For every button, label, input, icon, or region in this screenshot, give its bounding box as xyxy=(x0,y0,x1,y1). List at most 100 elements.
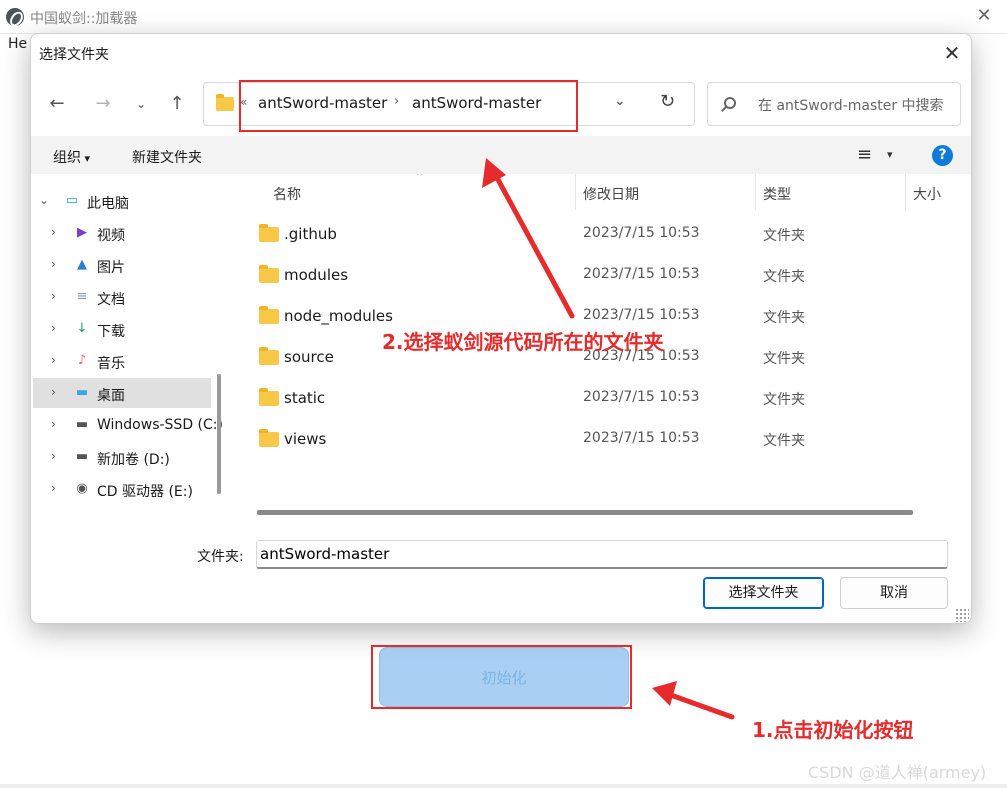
chevron-right-icon[interactable]: › xyxy=(51,481,56,495)
resize-grip-icon[interactable] xyxy=(955,608,969,622)
chevron-right-icon[interactable]: › xyxy=(51,417,56,431)
desktop-icon: ▬ xyxy=(75,385,89,400)
file-date: 2023/7/15 10:53 xyxy=(583,430,700,446)
chevron-right-icon[interactable]: › xyxy=(51,289,56,303)
column-header-type[interactable]: 类型 xyxy=(763,184,791,204)
antsword-logo-icon xyxy=(6,8,24,26)
chevron-right-icon[interactable]: › xyxy=(51,257,56,271)
file-row[interactable]: static 2023/7/15 10:53 文件夹 xyxy=(255,381,955,415)
file-name: static xyxy=(284,389,326,407)
file-list-horizontal-scrollbar[interactable] xyxy=(257,510,913,515)
address-dropdown-icon[interactable]: ⌄ xyxy=(614,93,626,109)
folder-name-input[interactable] xyxy=(256,540,948,569)
column-header-size[interactable]: 大小 xyxy=(913,184,941,204)
nav-item-label: 新加卷 (D:) xyxy=(97,452,170,468)
folder-icon xyxy=(259,429,279,447)
nav-item-label: 下载 xyxy=(97,324,125,340)
music-icon: ♪ xyxy=(77,353,87,368)
nav-item-label: 文档 xyxy=(97,292,125,308)
nav-item-drive-d[interactable]: › ▬ 新加卷 (D:) xyxy=(33,442,211,472)
nav-item-this-pc[interactable]: ⌄ ▭ 此电脑 xyxy=(33,186,211,216)
file-name: modules xyxy=(284,266,349,284)
dialog-close-icon[interactable]: ✕ xyxy=(939,40,965,66)
column-divider[interactable] xyxy=(575,174,576,210)
loader-titlebar: 中国蚁剑::加载器 ✕ xyxy=(0,0,1007,34)
cancel-button[interactable]: 取消 xyxy=(840,577,948,609)
chevron-right-icon[interactable]: › xyxy=(51,225,56,239)
chevron-down-icon[interactable]: ⌄ xyxy=(39,193,49,207)
folder-icon xyxy=(259,224,279,242)
recent-locations-chevron-icon[interactable]: ⌄ xyxy=(129,92,153,116)
file-name: source xyxy=(284,348,334,366)
nav-item-desktop[interactable]: › ▬ 桌面 xyxy=(33,378,211,408)
organize-menu-button[interactable]: 组织 xyxy=(53,147,90,167)
help-icon[interactable]: ? xyxy=(932,145,953,166)
refresh-icon[interactable]: ↻ xyxy=(660,91,675,112)
select-folder-button[interactable]: 选择文件夹 xyxy=(703,577,824,609)
drive-d-icon: ▬ xyxy=(75,449,89,464)
column-divider[interactable] xyxy=(905,174,906,210)
file-row[interactable]: views 2023/7/15 10:53 文件夹 xyxy=(255,422,955,456)
nav-item-videos[interactable]: › ▶ 视频 xyxy=(33,218,211,248)
annotation-arrowhead xyxy=(652,681,677,706)
forward-arrow-icon[interactable]: → xyxy=(91,92,115,116)
nav-item-music[interactable]: › ♪ 音乐 xyxy=(33,346,211,376)
nav-item-label: 音乐 xyxy=(97,356,125,372)
nav-item-label: 此电脑 xyxy=(87,196,129,212)
annotation-step1-text: 1.点击初始化按钮 xyxy=(752,718,914,742)
folder-icon xyxy=(216,94,234,111)
loader-bottom-strip xyxy=(0,784,1007,788)
file-type: 文件夹 xyxy=(763,392,805,408)
nav-pane-scrollbar[interactable] xyxy=(217,374,221,494)
nav-item-cd-drive[interactable]: › ◉ CD 驱动器 (E:) xyxy=(33,474,211,504)
dialog-title: 选择文件夹 xyxy=(39,47,109,63)
loader-menu-help[interactable]: He xyxy=(8,36,27,52)
nav-item-label: 视频 xyxy=(97,228,125,244)
new-folder-button[interactable]: 新建文件夹 xyxy=(132,147,202,167)
view-list-icon[interactable]: ≡ xyxy=(857,144,872,165)
nav-item-label: CD 驱动器 (E:) xyxy=(97,484,193,500)
search-icon xyxy=(724,97,736,109)
download-icon: ↓ xyxy=(76,321,88,336)
folder-name-label: 文件夹: xyxy=(197,549,244,565)
up-arrow-icon[interactable]: ↑ xyxy=(165,92,189,116)
file-date: 2023/7/15 10:53 xyxy=(583,225,700,241)
file-type: 文件夹 xyxy=(763,310,805,326)
nav-item-drive-c[interactable]: › ▬ Windows-SSD (C:) xyxy=(33,410,223,440)
file-row[interactable]: .github 2023/7/15 10:53 文件夹 xyxy=(255,217,955,251)
view-dropdown-icon[interactable]: ▾ xyxy=(887,148,893,161)
chevron-right-icon[interactable]: › xyxy=(51,321,56,335)
loader-window-title: 中国蚁剑::加载器 xyxy=(30,11,138,27)
file-name: views xyxy=(284,430,327,448)
file-date: 2023/7/15 10:53 xyxy=(583,389,700,405)
annotation-step2-text: 2.选择蚁剑源代码所在的文件夹 xyxy=(382,330,664,354)
file-name: node_modules xyxy=(284,307,393,325)
nav-item-label: 图片 xyxy=(97,260,125,276)
annotation-box-address xyxy=(239,80,578,132)
search-input[interactable]: 在 antSword-master 中搜索 xyxy=(707,82,961,126)
chevron-right-icon[interactable]: › xyxy=(51,449,56,463)
column-header-name[interactable]: 名称 xyxy=(273,184,301,204)
nav-item-label: 桌面 xyxy=(97,388,125,404)
column-header-date[interactable]: 修改日期 xyxy=(583,184,639,204)
nav-item-pictures[interactable]: › ▲ 图片 xyxy=(33,250,211,280)
search-placeholder: 在 antSword-master 中搜索 xyxy=(758,98,944,114)
annotation-box-init-button xyxy=(371,645,632,709)
file-row[interactable]: modules 2023/7/15 10:53 文件夹 xyxy=(255,258,955,292)
column-divider[interactable] xyxy=(755,174,756,210)
nav-item-documents[interactable]: › ≡ 文档 xyxy=(33,282,211,312)
loader-close-icon[interactable]: ✕ xyxy=(972,4,996,28)
folder-icon xyxy=(259,306,279,324)
back-arrow-icon[interactable]: ← xyxy=(45,92,69,116)
annotation-arrow-line xyxy=(665,691,735,720)
nav-item-label: Windows-SSD (C:) xyxy=(97,417,223,433)
file-type: 文件夹 xyxy=(763,269,805,285)
command-bar: 组织 新建文件夹 ≡ ▾ ? xyxy=(31,136,971,174)
file-name: .github xyxy=(284,225,337,243)
video-icon: ▶ xyxy=(77,225,87,240)
chevron-right-icon[interactable]: › xyxy=(51,353,56,367)
nav-item-downloads[interactable]: › ↓ 下载 xyxy=(33,314,211,344)
folder-icon xyxy=(259,347,279,365)
chevron-right-icon[interactable]: › xyxy=(51,385,56,399)
file-type: 文件夹 xyxy=(763,433,805,449)
